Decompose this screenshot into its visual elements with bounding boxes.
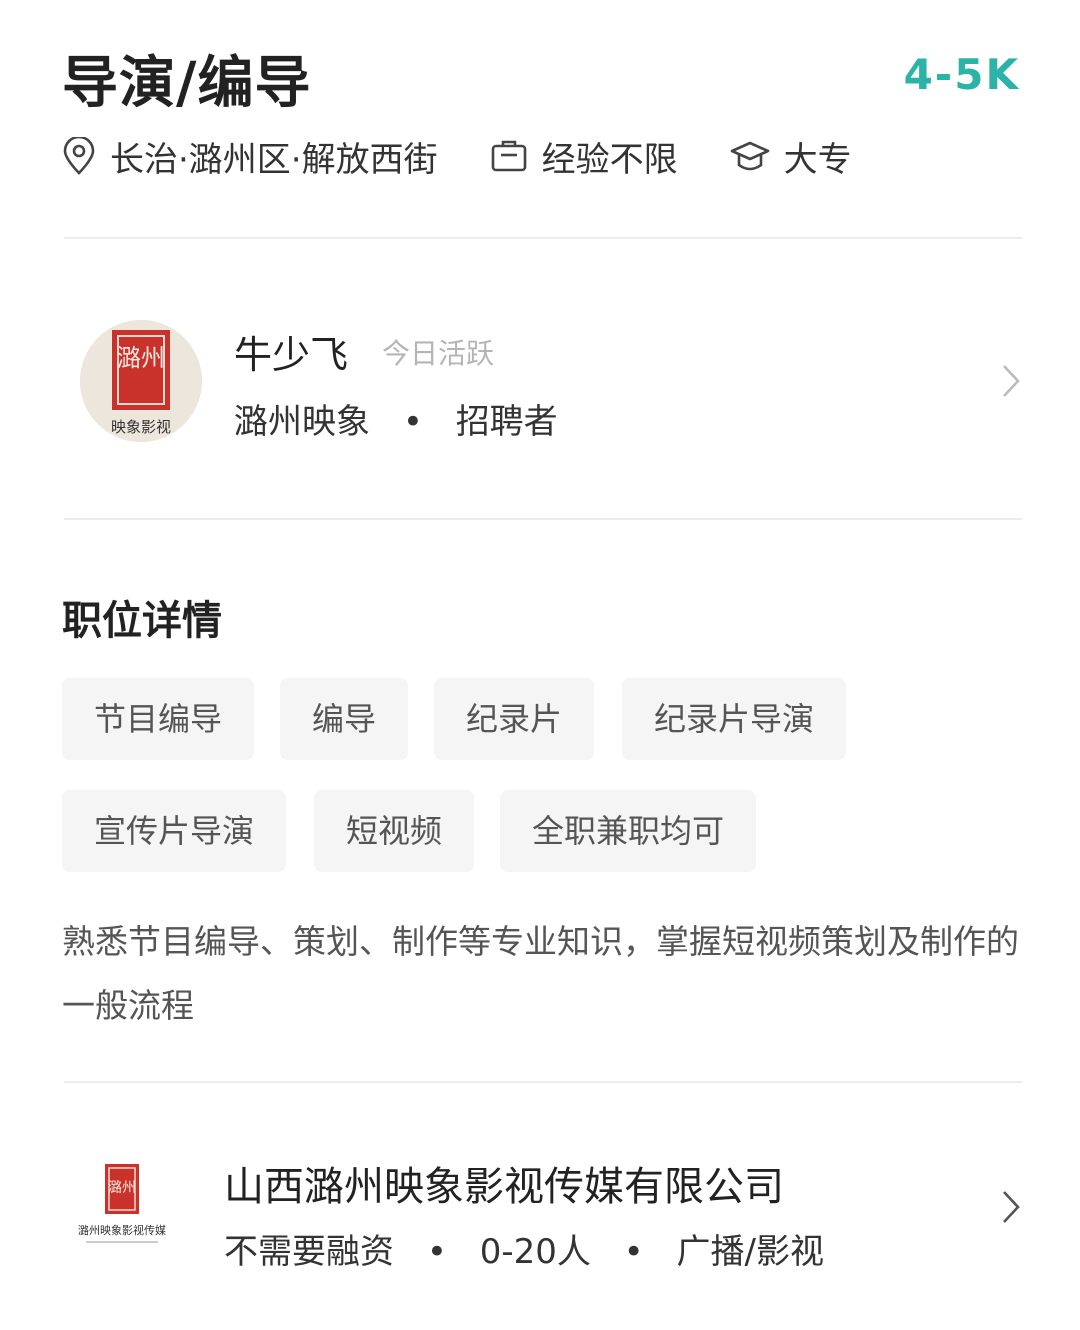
experience-text: 经验不限 bbox=[541, 139, 678, 180]
recruiter-company: 潞州映象 bbox=[234, 402, 370, 442]
company-funding: 不需要融资 bbox=[224, 1232, 394, 1272]
job-tag: 短视频 bbox=[314, 790, 475, 872]
job-meta-row: 长治·潞州区·解放西街 经验不限 大专 bbox=[62, 132, 904, 180]
recruiter-subtitle: 潞州映象 • 招聘者 bbox=[234, 394, 558, 443]
job-description: 熟悉节目编导、策划、制作等专业知识，掌握短视频策划及制作的一般流程 bbox=[62, 922, 1019, 1025]
divider bbox=[64, 1081, 1022, 1083]
company-industry: 广播/影视 bbox=[676, 1232, 825, 1272]
recruiter-active-status: 今日活跃 bbox=[382, 337, 495, 370]
company-logo-caption: 潞州映象影视传媒 bbox=[78, 1223, 166, 1237]
company-size: 0-20人 bbox=[479, 1232, 591, 1272]
recruiter-card[interactable]: 潞州 映象影视 牛少飞 今日活跃 潞州映象 • 招聘者 bbox=[64, 300, 1022, 460]
company-name: 山西潞州映象影视传媒有限公司 bbox=[224, 1164, 784, 1210]
separator-dot: • bbox=[426, 1232, 447, 1272]
avatar-seal-logo: 潞州 映象影视 bbox=[80, 320, 202, 442]
job-tag: 宣传片导演 bbox=[62, 790, 287, 872]
company-logo-seal-text: 潞州 bbox=[108, 1180, 136, 1196]
divider bbox=[64, 237, 1022, 239]
location-pin-icon bbox=[63, 137, 95, 175]
job-tag: 编导 bbox=[280, 678, 409, 760]
job-tag: 纪录片导演 bbox=[622, 678, 847, 760]
divider bbox=[64, 518, 1022, 520]
company-info: 不需要融资 • 0-20人 • 广播/影视 bbox=[224, 1224, 824, 1273]
separator-dot: • bbox=[402, 402, 423, 442]
avatar-seal-text: 潞州 bbox=[117, 344, 165, 372]
job-tag: 全职兼职均可 bbox=[500, 790, 757, 872]
company-logo[interactable]: 潞州 潞州映象影视传媒 bbox=[72, 1162, 172, 1252]
experience-item: 经验不限 bbox=[490, 132, 678, 181]
job-tag: 纪录片 bbox=[434, 678, 595, 760]
recruiter-role: 招聘者 bbox=[455, 402, 558, 442]
graduation-cap-icon bbox=[730, 141, 769, 171]
education-text: 大专 bbox=[783, 139, 852, 180]
company-card[interactable]: 潞州 潞州映象影视传媒 山西潞州映象影视传媒有限公司 不需要融资 • 0-20人… bbox=[64, 1140, 1022, 1280]
avatar-caption: 映象影视 bbox=[111, 418, 171, 436]
location-item[interactable]: 长治·潞州区·解放西街 bbox=[62, 132, 438, 181]
location-text: 长治·潞州区·解放西街 bbox=[110, 139, 438, 180]
chevron-right-icon[interactable] bbox=[1000, 362, 1022, 400]
separator-dot: • bbox=[623, 1232, 644, 1272]
job-tag: 节目编导 bbox=[62, 678, 255, 760]
recruiter-avatar[interactable]: 潞州 映象影视 bbox=[80, 320, 202, 442]
recruiter-name: 牛少飞 bbox=[234, 333, 349, 377]
salary: 4-5K bbox=[903, 50, 1020, 99]
job-title: 导演/编导 bbox=[62, 51, 312, 116]
chevron-right-icon[interactable] bbox=[1000, 1188, 1022, 1226]
education-item: 大专 bbox=[730, 132, 852, 181]
briefcase-icon bbox=[491, 140, 526, 172]
section-title-job-details: 职位详情 bbox=[62, 598, 222, 644]
